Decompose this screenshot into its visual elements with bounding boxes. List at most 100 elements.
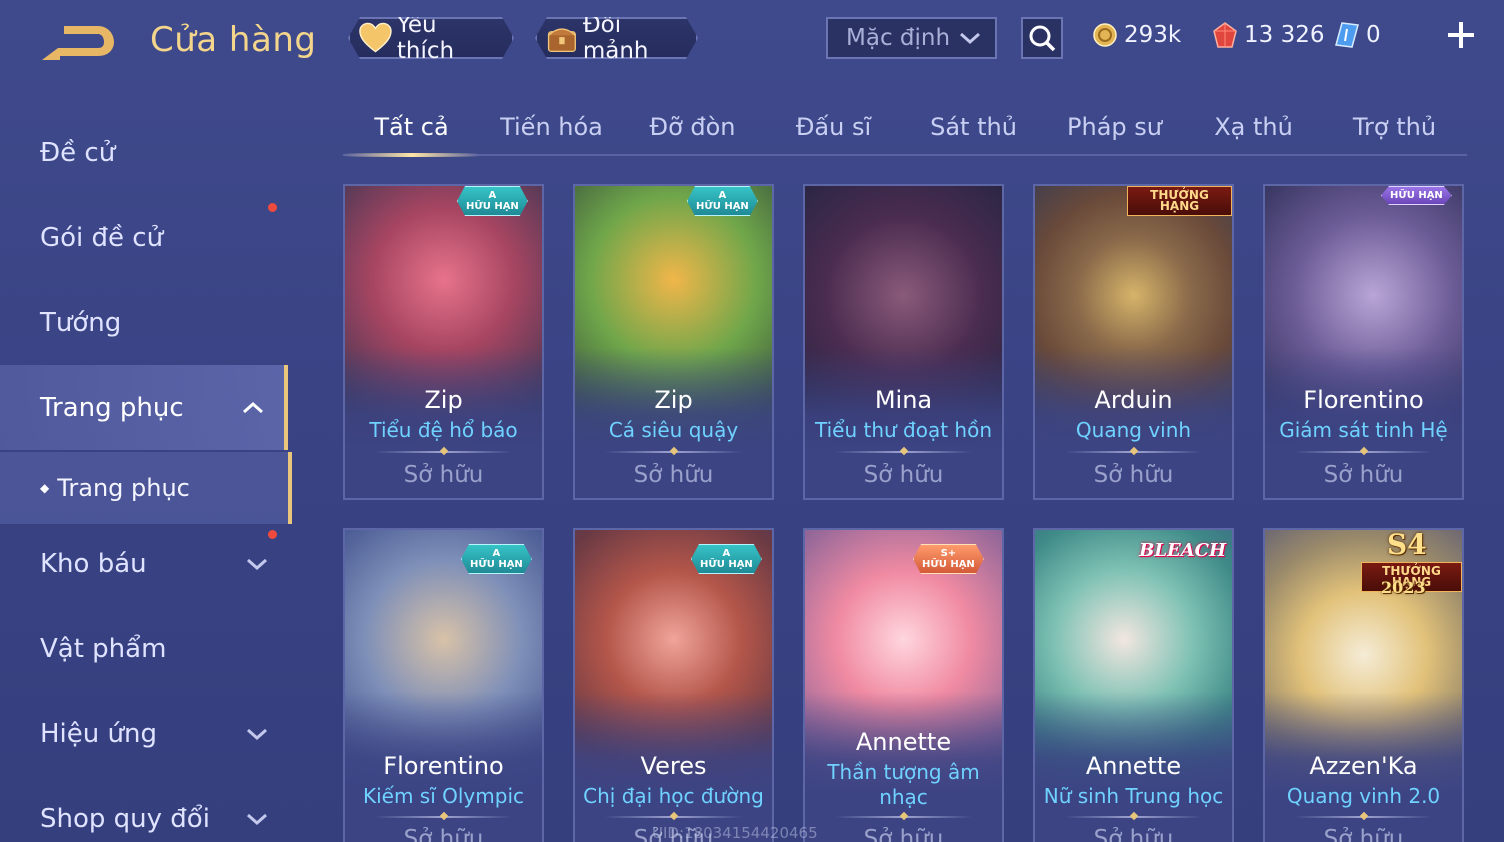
tab-evolution[interactable]: Tiến hóa — [485, 100, 618, 154]
search-icon — [1029, 25, 1056, 52]
tab-marksman[interactable]: Xạ thủ — [1187, 100, 1320, 154]
diamond-bullet-icon: ◆ — [40, 481, 50, 495]
hero-name: Florentino — [1303, 386, 1424, 414]
sidebar-subitem-skins[interactable]: ◆ Trang phục — [0, 452, 292, 524]
tab-mage[interactable]: Pháp sư — [1048, 100, 1181, 154]
gem-balance: 13 326 — [1212, 18, 1324, 52]
skin-card[interactable]: A HỮU HẠN Veres Chị đại học đường Sở hữu — [573, 528, 774, 842]
skin-name: Quang vinh 2.0 — [1286, 784, 1441, 808]
skin-name: Kiếm sĩ Olympic — [362, 784, 524, 808]
skin-name: Thần tượng âm nhạc — [827, 760, 980, 809]
skin-card[interactable]: THƯỞNG HẠNG Arduin Quang vinh Sở hữu — [1033, 184, 1234, 500]
sidebar-item-label: Shop quy đổi — [40, 803, 210, 834]
limited-badge: A HỮU HẠN — [457, 186, 528, 216]
top-bar: Cửa hàng Yêu thích Đổi mảnh Mặc định 293… — [0, 0, 1504, 90]
owned-status: Sở hữu — [633, 462, 714, 488]
skin-card[interactable]: A HỮU HẠN Zip Cá siêu quậy Sở hữu — [573, 184, 774, 500]
active-tab-underline — [343, 153, 480, 157]
sidebar: Đề cử Gói đề cử Tướng Trang phục ◆ Trang… — [0, 110, 292, 842]
sidebar-item-items[interactable]: Vật phẩm — [0, 606, 288, 691]
shard-exchange-button[interactable]: Đổi mảnh — [535, 17, 698, 59]
limited-badge: A HỮU HẠN — [691, 544, 762, 574]
favorites-button[interactable]: Yêu thích — [348, 17, 514, 59]
sort-value: Mặc định — [846, 25, 951, 51]
treasure-chest-icon — [545, 21, 579, 55]
sidebar-item-featured-packs[interactable]: Gói đề cử — [0, 195, 288, 280]
skin-card[interactable]: S4 THƯỞNG HẠNG 2023 Azzen'Ka Quang vinh … — [1263, 528, 1464, 842]
gold-balance: 293k — [1092, 18, 1181, 52]
gold-coin-icon — [1093, 23, 1117, 47]
owned-status: Sở hữu — [863, 826, 944, 842]
gem-amount: 13 326 — [1244, 22, 1325, 48]
plus-icon[interactable] — [1444, 18, 1478, 52]
chevron-down-icon — [247, 813, 267, 825]
skin-name: Cá siêu quậy — [608, 418, 739, 442]
heart-icon — [358, 21, 393, 55]
sidebar-item-effects[interactable]: Hiệu ứng — [0, 691, 288, 776]
owned-status: Sở hữu — [1323, 462, 1404, 488]
skin-card[interactable]: S+ HỮU HẠN Annette Thần tượng âm nhạc Sở … — [803, 528, 1004, 842]
limited-badge: A HỮU HẠN — [461, 544, 532, 574]
skin-name: Chị đại học đường — [583, 784, 764, 808]
tab-label: Đấu sĩ — [795, 113, 872, 141]
sidebar-item-label: Hiệu ứng — [40, 718, 157, 749]
sidebar-item-label: Gói đề cử — [40, 222, 164, 253]
voucher-balance: 0 — [1334, 18, 1381, 52]
tab-tank[interactable]: Đỡ đòn — [626, 100, 759, 154]
search-button[interactable] — [1021, 17, 1063, 59]
tab-label: Đỡ đòn — [649, 113, 736, 141]
sidebar-item-label: Kho báu — [40, 548, 147, 579]
rank-reward-badge: THƯỞNG HẠNG — [1127, 186, 1232, 216]
voucher-icon — [1335, 22, 1359, 48]
sidebar-item-label: Tướng — [40, 307, 122, 338]
hero-name: Annette — [1085, 752, 1182, 780]
red-gem-icon — [1213, 22, 1237, 48]
tab-all[interactable]: Tất cả — [343, 100, 480, 154]
hero-name: Azzen'Ka — [1309, 752, 1418, 780]
tab-label: Tiến hóa — [500, 113, 603, 141]
skin-card[interactable]: Mina Tiểu thư đoạt hồn Sở hữu — [803, 184, 1004, 500]
hero-name: Veres — [640, 752, 707, 780]
notification-dot — [268, 203, 277, 212]
tab-support[interactable]: Trợ thủ — [1328, 100, 1461, 154]
sidebar-item-treasure[interactable]: Kho báu — [0, 521, 288, 606]
sidebar-item-label: Vật phẩm — [40, 633, 167, 664]
tab-assassin[interactable]: Sát thủ — [907, 100, 1040, 154]
skin-card[interactable]: BLEACH Annette Nữ sinh Trung học Sở hữu — [1033, 528, 1234, 842]
season-year: 2023 — [1381, 578, 1426, 597]
sidebar-item-skins[interactable]: Trang phục — [0, 365, 288, 450]
skin-card[interactable]: HỮU HẠN Florentino Giám sát tinh Hệ Sở h… — [1263, 184, 1464, 500]
skin-name: Tiểu thư đoạt hồn — [814, 418, 993, 442]
tab-label: Sát thủ — [930, 113, 1017, 141]
sidebar-item-heroes[interactable]: Tướng — [0, 280, 288, 365]
limited-badge: S+ HỮU HẠN — [913, 544, 984, 574]
limited-badge: A HỮU HẠN — [687, 186, 758, 216]
hero-name: Florentino — [383, 752, 504, 780]
sort-dropdown[interactable]: Mặc định — [826, 17, 997, 59]
hero-name: Mina — [874, 386, 933, 414]
chevron-up-icon — [243, 401, 263, 413]
skin-name: Nữ sinh Trung học — [1043, 784, 1224, 808]
owned-status: Sở hữu — [403, 462, 484, 488]
chevron-down-icon — [960, 32, 980, 45]
uid-watermark: UID:18034154420465 — [652, 824, 818, 842]
sidebar-subitem-label: Trang phục — [57, 474, 190, 502]
tab-label: Tất cả — [374, 113, 449, 141]
skin-card[interactable]: A HỮU HẠN Florentino Kiếm sĩ Olympic Sở h… — [343, 528, 544, 842]
tab-fighter[interactable]: Đấu sĩ — [767, 100, 900, 154]
back-arrow-icon[interactable] — [38, 20, 118, 64]
sidebar-item-featured[interactable]: Đề cử — [0, 110, 288, 195]
skin-name: Tiểu đệ hổ báo — [369, 418, 518, 442]
sidebar-item-label: Trang phục — [40, 392, 184, 423]
hero-name: Zip — [654, 386, 693, 414]
owned-status: Sở hữu — [1323, 826, 1404, 842]
hero-name: Annette — [855, 728, 952, 756]
page-title: Cửa hàng — [150, 20, 317, 60]
owned-status: Sở hữu — [1093, 462, 1174, 488]
owned-status: Sở hữu — [863, 462, 944, 488]
collab-logo: BLEACH — [1139, 540, 1226, 561]
hero-name: Zip — [424, 386, 463, 414]
hero-name: Arduin — [1094, 386, 1173, 414]
sidebar-item-exchange-shop[interactable]: Shop quy đổi — [0, 776, 288, 842]
skin-card[interactable]: A HỮU HẠN Zip Tiểu đệ hổ báo Sở hữu — [343, 184, 544, 500]
